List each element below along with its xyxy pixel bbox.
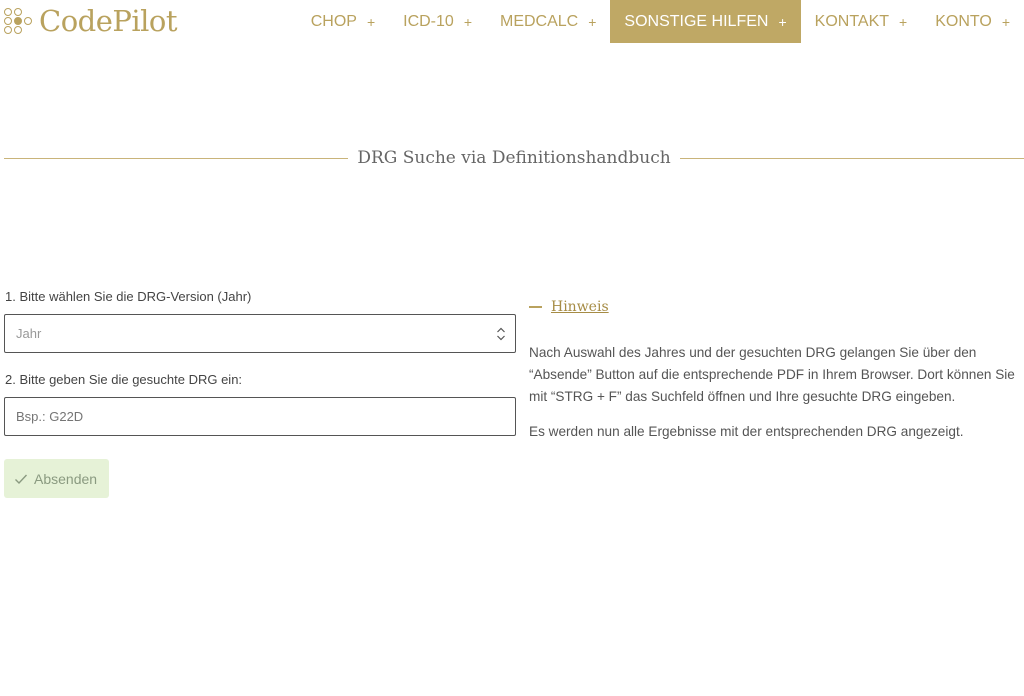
- submit-label: Absenden: [34, 470, 98, 487]
- select-arrows-icon: [497, 327, 505, 341]
- check-icon: [15, 474, 28, 484]
- title-divider-left: [4, 157, 349, 159]
- hint-paragraph-1: Nach Auswahl des Jahres und der gesuchte…: [529, 345, 1015, 404]
- logo-dots-icon: [4, 6, 36, 36]
- nav-label: KONTO: [935, 12, 992, 30]
- nav-label: KONTAKT: [814, 12, 890, 30]
- nav-label: ICD-10: [403, 12, 454, 30]
- nav-label: SONSTIGE HILFEN: [624, 12, 769, 30]
- plus-icon: +: [463, 13, 472, 30]
- year-select-label: 1. Bitte wählen Sie die DRG-Version (Jah…: [5, 289, 252, 304]
- year-select-value: Jahr: [16, 326, 42, 341]
- title-divider-right: [679, 157, 1024, 159]
- nav-item-konto[interactable]: KONTO +: [921, 0, 1024, 43]
- logo[interactable]: CodePilot: [4, 4, 178, 38]
- nav-label: MEDCALC: [500, 12, 579, 30]
- minus-icon: [529, 306, 542, 308]
- plus-icon: +: [899, 13, 908, 30]
- nav-item-icd10[interactable]: ICD-10 +: [389, 0, 486, 43]
- hint-toggle[interactable]: Hinweis: [529, 297, 609, 317]
- year-select[interactable]: Jahr: [4, 314, 516, 353]
- plus-icon: +: [1001, 13, 1010, 30]
- nav-item-chop[interactable]: CHOP +: [297, 0, 389, 43]
- page-title-row: DRG Suche via Definitionshandbuch: [4, 146, 1024, 170]
- hint-paragraph-2: Es werden nun alle Ergebnisse mit der en…: [529, 424, 964, 439]
- nav-item-sonstige-hilfen[interactable]: SONSTIGE HILFEN +: [610, 0, 801, 43]
- drg-input-label: 2. Bitte geben Sie die gesuchte DRG ein:: [5, 372, 243, 387]
- plus-icon: +: [588, 13, 597, 30]
- page-title: DRG Suche via Definitionshandbuch: [357, 148, 671, 168]
- logo-text: CodePilot: [39, 4, 178, 38]
- plus-icon: +: [778, 13, 787, 30]
- plus-icon: +: [366, 13, 376, 30]
- nav-item-medcalc[interactable]: MEDCALC +: [486, 0, 610, 43]
- site-header: CodePilot CHOP + ICD-10 + MEDCALC + SONSTIG…: [0, 0, 1024, 44]
- nav-item-kontakt[interactable]: KONTAKT +: [801, 0, 922, 43]
- hint-title[interactable]: Hinweis: [551, 299, 609, 315]
- nav-label: CHOP: [310, 12, 357, 30]
- main-nav: CHOP + ICD-10 + MEDCALC + SONSTIGE HILFEN + …: [297, 0, 1024, 43]
- submit-button[interactable]: Absenden: [4, 459, 109, 498]
- drg-input[interactable]: [4, 397, 516, 436]
